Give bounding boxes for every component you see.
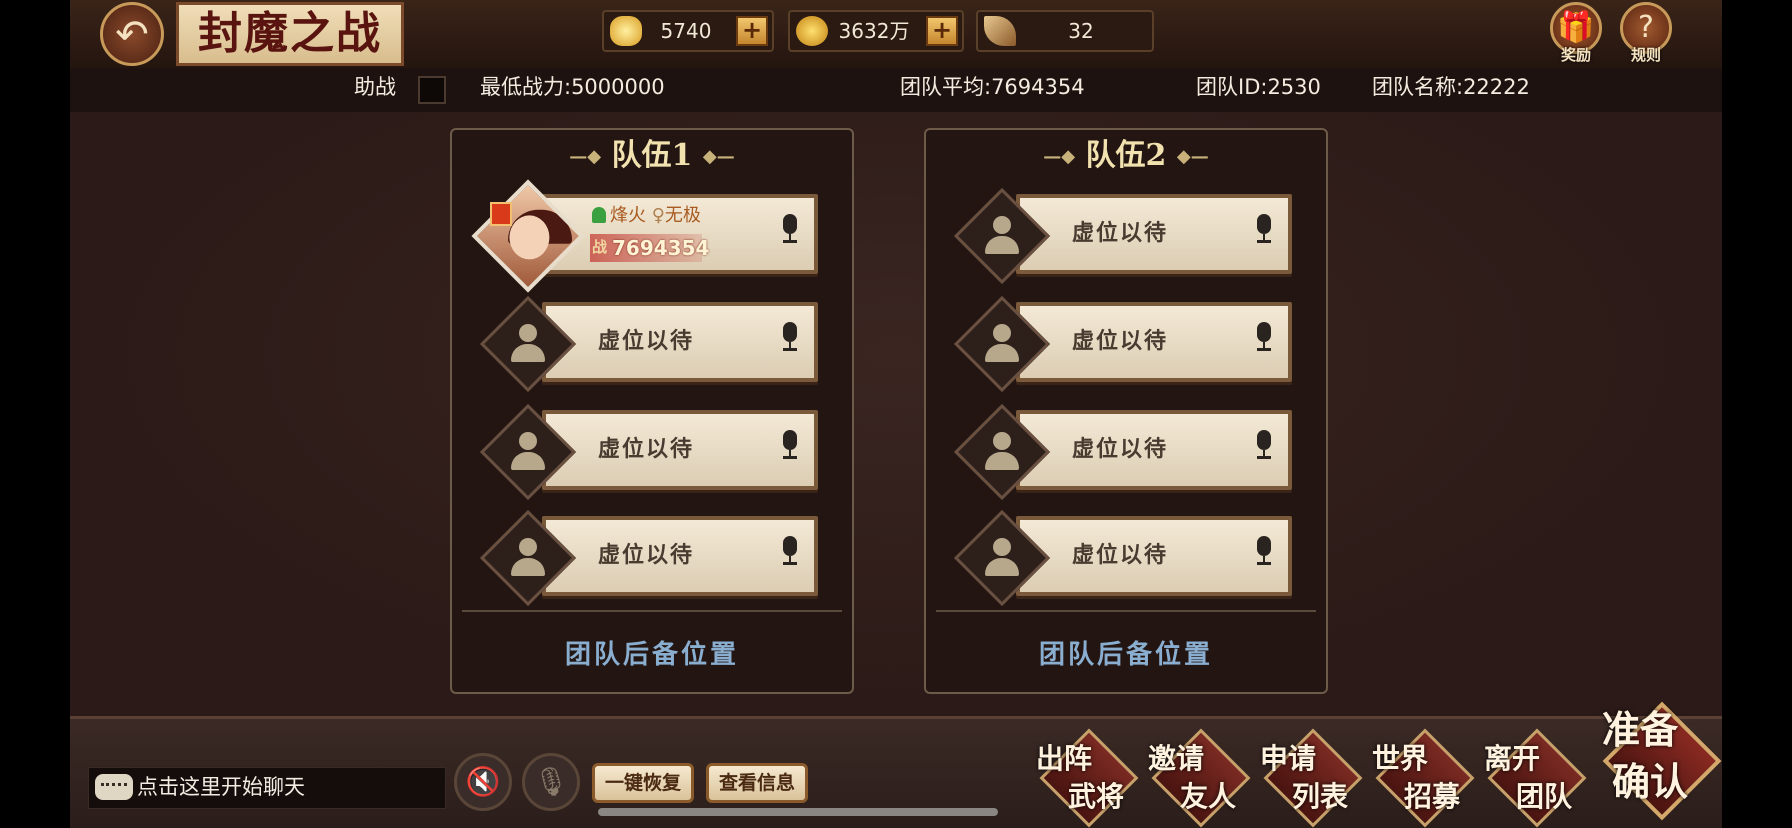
- min-power: 最低战力:5000000: [480, 75, 665, 99]
- power-badge: 战 7694354: [590, 234, 710, 262]
- speaker-muted-button[interactable]: 🔇: [454, 753, 512, 811]
- feather-quill-icon: [984, 16, 1016, 46]
- team-slot-empty[interactable]: 虚位以待: [953, 400, 1294, 501]
- rules-button[interactable]: ? 规则: [1616, 2, 1676, 64]
- team-slot-empty[interactable]: 虚位以待: [479, 400, 820, 501]
- ornament-left-icon: —◆: [569, 146, 602, 167]
- ornament-left-icon: —◆: [1043, 146, 1076, 167]
- mic-icon[interactable]: [1256, 430, 1272, 459]
- assist-label: 助战: [354, 75, 396, 99]
- team-slot-empty[interactable]: 虚位以待: [953, 506, 1294, 607]
- mic-muted-button[interactable]: 🎙: [522, 753, 580, 811]
- team-id: 团队ID:2530: [1196, 75, 1321, 99]
- chat-input[interactable]: 点击这里开始聊天: [88, 767, 446, 809]
- chat-bubble-icon: [95, 774, 133, 800]
- mic-icon[interactable]: [782, 214, 798, 243]
- empty-person-icon: [510, 324, 546, 364]
- gold-coin-counter: 3632万 +: [788, 10, 964, 52]
- game-screen: ↶ 封魔之战 5740 + 3632万 + 32 🎁 奖励 ? 规则 助战 最低…: [70, 0, 1722, 828]
- deploy-general-button[interactable]: 出阵 武将: [1034, 728, 1144, 828]
- leader-flag-icon: [490, 202, 512, 226]
- team-title: —◆ 队伍1 ◆—: [569, 138, 735, 173]
- world-recruit-button[interactable]: 世界 招募: [1370, 728, 1480, 828]
- mic-icon[interactable]: [782, 430, 798, 459]
- person-icon: [592, 207, 606, 223]
- mic-icon[interactable]: [1256, 322, 1272, 351]
- reward-button[interactable]: 🎁 奖励: [1546, 2, 1606, 64]
- empty-person-icon: [510, 432, 546, 472]
- mic-icon[interactable]: [1256, 536, 1272, 565]
- team-panel-2: —◆ 队伍2 ◆— 虚位以待 虚位以待 虚位以待 虚位以待 团队后备位置: [924, 128, 1328, 694]
- token-counter: 32: [976, 10, 1154, 52]
- empty-person-icon: [984, 432, 1020, 472]
- back-button[interactable]: ↶: [100, 2, 164, 66]
- team-title: —◆ 队伍2 ◆—: [1043, 138, 1209, 173]
- gold-ingot-counter: 5740 +: [602, 10, 774, 52]
- team-slot-empty[interactable]: 虚位以待: [953, 184, 1294, 285]
- home-indicator[interactable]: [598, 808, 998, 816]
- divider: [462, 610, 842, 612]
- ornament-right-icon: ◆—: [702, 146, 735, 167]
- mic-icon[interactable]: [1256, 214, 1272, 243]
- restore-button[interactable]: 一键恢复: [592, 763, 694, 803]
- team-slot-occupied[interactable]: 烽火 ♀无极 战 7694354: [471, 179, 820, 293]
- team-slot-empty[interactable]: 虚位以待: [953, 292, 1294, 393]
- reserve-slot[interactable]: 团队后备位置: [926, 634, 1326, 671]
- ornament-right-icon: ◆—: [1176, 146, 1209, 167]
- page-title: 封魔之战: [176, 2, 404, 66]
- team-slot-empty[interactable]: 虚位以待: [479, 506, 820, 607]
- main-area: [70, 112, 1722, 716]
- empty-person-icon: [984, 324, 1020, 364]
- empty-person-icon: [510, 538, 546, 578]
- empty-person-icon: [984, 216, 1020, 256]
- mic-icon[interactable]: [782, 536, 798, 565]
- empty-person-icon: [984, 538, 1020, 578]
- mic-icon[interactable]: [782, 322, 798, 351]
- team-panel-1: —◆ 队伍1 ◆— 烽火 ♀无极 战 7694354 虚位以待 虚位以待 虚位以…: [450, 128, 854, 694]
- team-average: 团队平均:7694354: [900, 75, 1085, 99]
- top-bar: ↶ 封魔之战 5740 + 3632万 + 32 🎁 奖励 ? 规则: [70, 0, 1722, 70]
- ready-confirm-button[interactable]: 准备 确认: [1598, 695, 1722, 825]
- team-name: 团队名称:22222: [1372, 75, 1530, 99]
- leave-team-button[interactable]: 离开 团队: [1482, 728, 1592, 828]
- invite-friend-button[interactable]: 邀请 友人: [1146, 728, 1256, 828]
- view-info-button[interactable]: 查看信息: [706, 763, 808, 803]
- player-name: 烽火 ♀无极: [592, 204, 701, 228]
- divider: [936, 610, 1316, 612]
- add-ingot-button[interactable]: +: [736, 16, 768, 46]
- add-coin-button[interactable]: +: [926, 16, 958, 46]
- team-slot-empty[interactable]: 虚位以待: [479, 292, 820, 393]
- title-icon: ♀: [651, 205, 665, 226]
- assist-checkbox[interactable]: [418, 76, 446, 104]
- reserve-slot[interactable]: 团队后备位置: [452, 634, 852, 671]
- gold-coin-icon: [796, 16, 828, 46]
- application-list-button[interactable]: 申请 列表: [1258, 728, 1368, 828]
- gold-ingot-icon: [610, 16, 642, 46]
